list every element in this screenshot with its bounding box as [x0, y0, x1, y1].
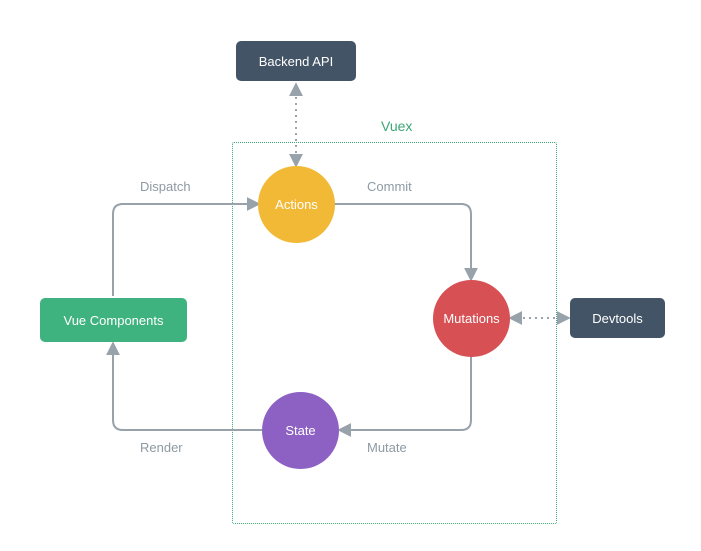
node-backend-api: Backend API	[236, 41, 356, 81]
node-state: State	[262, 392, 339, 469]
node-backend-api-label: Backend API	[259, 54, 333, 69]
edge-label-render: Render	[140, 440, 183, 455]
edge-label-mutate: Mutate	[367, 440, 407, 455]
node-vue-components-label: Vue Components	[64, 313, 164, 328]
edge-label-commit: Commit	[367, 179, 412, 194]
node-mutations-label: Mutations	[443, 311, 499, 326]
node-devtools-label: Devtools	[592, 311, 643, 326]
node-state-label: State	[285, 423, 315, 438]
edge-label-dispatch: Dispatch	[140, 179, 191, 194]
node-devtools: Devtools	[570, 298, 665, 338]
node-actions-label: Actions	[275, 197, 318, 212]
node-vue-components: Vue Components	[40, 298, 187, 342]
node-actions: Actions	[258, 166, 335, 243]
node-mutations: Mutations	[433, 280, 510, 357]
vuex-container-label: Vuex	[381, 118, 412, 134]
